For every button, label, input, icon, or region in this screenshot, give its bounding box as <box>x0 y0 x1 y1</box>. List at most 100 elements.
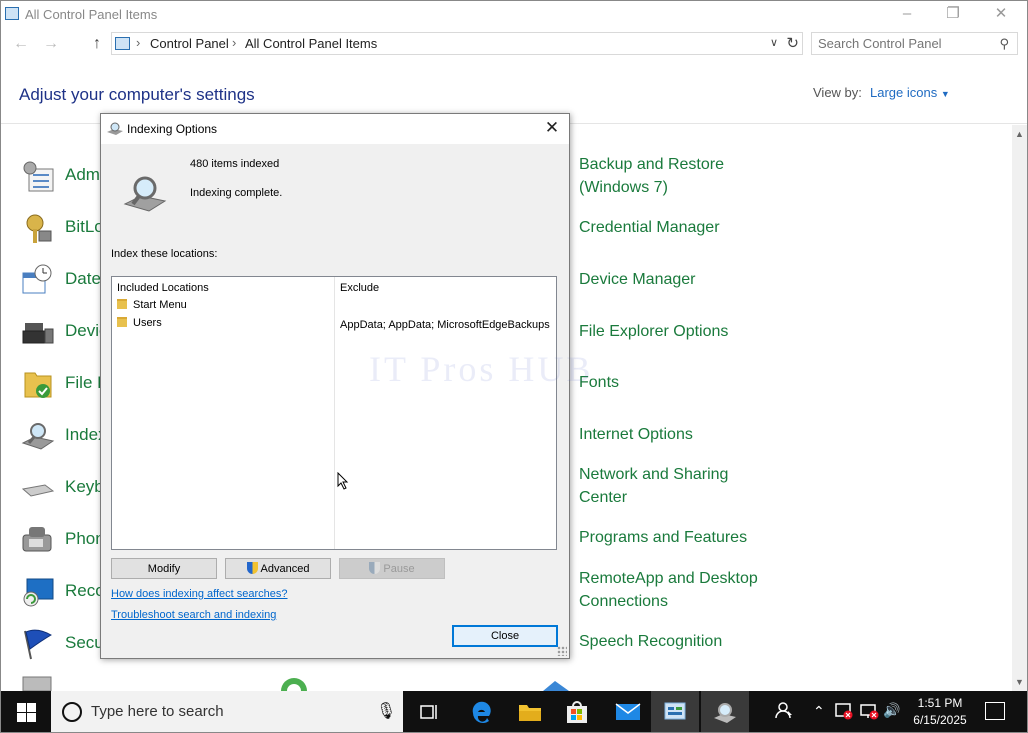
dialog-title: Indexing Options <box>127 122 218 136</box>
navigation-bar: ← → ↑ › Control Panel › All Control Pane… <box>1 29 1027 59</box>
cp-item-backup-restore[interactable]: Backup and Restore (Windows 7) <box>579 153 769 199</box>
task-view-button[interactable] <box>405 691 453 732</box>
cp-item-internet-options[interactable]: Internet Options <box>579 423 693 446</box>
column-header-exclude[interactable]: Exclude <box>340 282 379 294</box>
indexing-status: Indexing complete. <box>190 187 283 199</box>
advanced-button-label: Advanced <box>260 563 310 575</box>
edge-browser-icon <box>472 701 491 723</box>
control-panel-icon <box>5 7 19 20</box>
dialog-close-icon[interactable]: ✕ <box>535 114 569 144</box>
scroll-up-icon[interactable]: ▲ <box>1015 129 1024 139</box>
file-explorer-button[interactable] <box>505 691 553 732</box>
store-button[interactable] <box>553 691 601 732</box>
location-name: Users <box>133 317 162 329</box>
list-item[interactable]: Start Menu <box>117 299 187 311</box>
cp-item-programs-features[interactable]: Programs and Features <box>579 526 747 549</box>
cp-item-label: Adm <box>65 165 100 184</box>
cp-item-credential-manager[interactable]: Credential Manager <box>579 216 720 239</box>
scroll-down-icon[interactable]: ▼ <box>1015 677 1024 687</box>
notification-center-icon[interactable] <box>985 702 1005 720</box>
uac-shield-icon <box>246 562 258 574</box>
view-by-value: Large icons <box>870 85 938 100</box>
link-troubleshoot-indexing[interactable]: Troubleshoot search and indexing <box>111 609 276 621</box>
folder-icon <box>117 317 127 327</box>
bitlocker-icon <box>26 214 52 243</box>
microphone-icon[interactable]: 🎙 <box>376 701 396 721</box>
modify-button[interactable]: Modify <box>111 558 217 579</box>
cp-item-network-sharing[interactable]: Network and Sharing Center <box>579 463 759 509</box>
volume-icon[interactable]: 🔊 <box>883 702 900 719</box>
column-divider[interactable] <box>334 277 335 549</box>
start-button[interactable] <box>1 691 51 732</box>
cp-item-remoteapp[interactable]: RemoteApp and Desktop Connections <box>579 567 779 613</box>
folder-icon <box>117 299 127 309</box>
chevron-right-icon[interactable]: › <box>232 35 236 50</box>
taskbar: Type here to search 🎙 ⌃ 🔊 1:51 PM 6/15/2… <box>1 691 1027 732</box>
cp-item-label: Keyb <box>65 477 104 496</box>
cp-item-label: Secu <box>65 633 104 652</box>
minimize-button[interactable]: – <box>885 3 929 27</box>
search-icon[interactable]: ⚲ <box>999 36 1009 52</box>
up-arrow-icon[interactable]: ↑ <box>86 33 108 55</box>
window-close-button[interactable]: ✕ <box>979 3 1023 27</box>
chevron-up-icon[interactable]: ⌃ <box>813 703 825 720</box>
control-panel-icon <box>115 37 130 50</box>
locations-list[interactable]: Included Locations Exclude Start Menu Us… <box>111 276 557 550</box>
items-indexed-count: 480 items indexed <box>190 158 280 170</box>
windows-logo-icon <box>17 703 36 722</box>
refresh-icon[interactable]: ↻ <box>786 34 799 52</box>
control-panel-taskbar-button[interactable] <box>651 691 699 732</box>
breadcrumb-all-items[interactable]: All Control Panel Items <box>245 36 377 51</box>
clock-time: 1:51 PM <box>917 696 963 710</box>
maximize-button[interactable]: ❐ <box>931 3 975 27</box>
column-header-included[interactable]: Included Locations <box>117 282 209 294</box>
cp-item-file-explorer-options[interactable]: File Explorer Options <box>579 320 728 343</box>
resize-grip-icon[interactable] <box>557 646 567 656</box>
cortana-icon[interactable] <box>62 702 82 722</box>
forward-arrow-icon[interactable]: → <box>40 33 62 55</box>
pause-button-label: Pause <box>383 563 415 575</box>
search-input[interactable] <box>818 36 988 51</box>
link-how-indexing-affects-searches[interactable]: How does indexing affect searches? <box>111 588 288 600</box>
chevron-right-icon[interactable]: › <box>136 35 140 50</box>
security-flag-icon <box>24 629 52 660</box>
dialog-titlebar[interactable]: Indexing Options ✕ <box>101 114 569 144</box>
clock-date: 6/15/2025 <box>913 713 967 727</box>
advanced-button[interactable]: Advanced <box>225 558 331 579</box>
network-disconnected-icon[interactable] <box>859 702 879 723</box>
taskbar-search-box[interactable]: Type here to search 🎙 <box>51 691 403 732</box>
mail-icon <box>615 703 641 720</box>
cp-item-speech-recognition[interactable]: Speech Recognition <box>579 630 722 653</box>
indexing-options-taskbar-button[interactable] <box>701 691 749 732</box>
security-warning-icon[interactable] <box>835 702 853 723</box>
store-icon <box>567 701 587 723</box>
taskbar-search-placeholder: Type here to search <box>91 703 224 720</box>
back-arrow-icon[interactable]: ← <box>10 33 32 55</box>
cp-item-label: BitLo <box>65 217 104 236</box>
indexing-icon <box>21 423 55 450</box>
close-button[interactable]: Close <box>452 625 558 647</box>
admin-tools-icon <box>23 161 54 192</box>
vertical-scrollbar[interactable]: ▲ ▼ <box>1012 125 1027 691</box>
breadcrumb-control-panel[interactable]: Control Panel <box>150 36 229 51</box>
window-title: All Control Panel Items <box>25 7 158 22</box>
list-item[interactable]: Users <box>117 317 162 329</box>
taskbar-clock[interactable]: 1:51 PM 6/15/2025 <box>907 695 973 729</box>
chevron-down-icon[interactable]: ∨ <box>770 36 778 49</box>
file-history-icon <box>24 372 52 398</box>
file-explorer-icon <box>519 705 541 721</box>
edge-button[interactable] <box>457 691 505 732</box>
mail-button[interactable] <box>603 691 651 732</box>
sync-center-icon <box>281 678 307 691</box>
view-by-dropdown[interactable]: Large icons ▼ <box>870 85 950 100</box>
pause-button[interactable]: Pause <box>339 558 445 579</box>
cp-item-label: Date <box>65 269 101 288</box>
people-icon[interactable] <box>775 701 793 722</box>
cp-item-label: Reco <box>65 581 105 600</box>
devices-printers-icon <box>22 323 54 344</box>
address-bar[interactable]: › Control Panel › All Control Panel Item… <box>111 32 803 55</box>
search-box[interactable]: ⚲ <box>811 32 1018 55</box>
cp-item-device-manager[interactable]: Device Manager <box>579 268 696 291</box>
location-name: Start Menu <box>133 299 187 311</box>
view-by-label: View by: <box>813 85 862 100</box>
